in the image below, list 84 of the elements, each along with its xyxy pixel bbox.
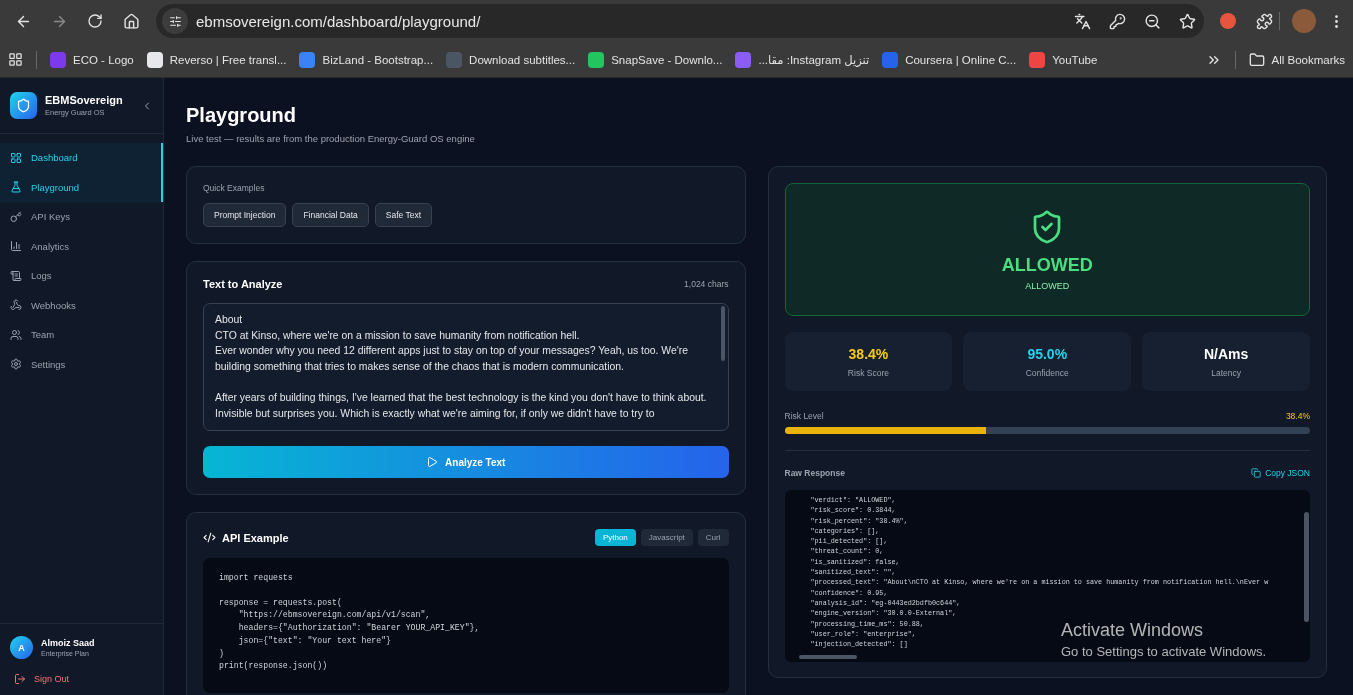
risk-reading: 38.4% [1285, 411, 1310, 421]
nav-item[interactable]: Webhooks [0, 290, 163, 320]
user-avatar: A [10, 636, 33, 659]
user-name: Almoiz Saad [41, 638, 95, 648]
language-tab[interactable]: Curl [697, 529, 729, 546]
page-title: Playground [186, 104, 297, 127]
settings-icon [10, 358, 22, 371]
scroll-icon [10, 269, 22, 282]
star-icon[interactable] [1179, 12, 1196, 30]
code-line: headers={"Authorization": "Bearer YOUR_API_KEY"}, [237, 622, 481, 635]
brand-name: EBMSovereign [45, 94, 124, 106]
home-icon [122, 12, 140, 30]
zoom-out-icon[interactable] [1144, 12, 1161, 30]
key-icon [10, 210, 22, 223]
reload-icon [87, 13, 103, 29]
example-button[interactable]: Prompt Injection [203, 203, 287, 227]
stat-label: Risk Score [847, 367, 889, 378]
bookmark[interactable]: YouTube [1029, 51, 1098, 68]
folder-icon [1248, 51, 1265, 68]
bookmark[interactable]: Coursera | Online C... [882, 51, 1017, 68]
copy-json-button[interactable]: Copy JSON [1251, 468, 1310, 478]
scrollbar[interactable] [1304, 512, 1309, 622]
apps-icon[interactable] [8, 52, 23, 67]
bookmark[interactable]: تنزيل Instagram: مقا... [735, 51, 870, 68]
sliders-icon [168, 14, 182, 28]
logout-icon [14, 673, 26, 685]
verdict-label: ALLOWED [1025, 280, 1070, 291]
bookmark[interactable]: SnapSave - Downlo... [588, 51, 723, 68]
grid-icon [10, 151, 22, 164]
puzzle-icon[interactable] [1256, 12, 1273, 30]
all-bookmarks-button[interactable]: All Bookmarks [1248, 51, 1345, 68]
code-line: "https://ebmsovereign.com/api/v1/scan", [237, 609, 432, 622]
address-bar[interactable]: ebmsovereign.com/dashboard/playground/ [156, 4, 1204, 38]
nav-item[interactable]: Logs [0, 261, 163, 291]
copy-icon [1251, 468, 1262, 478]
nav-item[interactable]: Settings [0, 349, 163, 379]
language-tab[interactable]: Javascript [640, 529, 693, 546]
nav-item[interactable]: Playground [0, 172, 163, 202]
play-icon [426, 456, 439, 468]
bookmark[interactable]: ECO - Logo [50, 51, 134, 68]
translate-icon[interactable] [1074, 12, 1091, 30]
key-icon[interactable] [1109, 12, 1126, 30]
section-label: Quick Examples [203, 183, 266, 193]
scrollbar[interactable] [798, 655, 857, 659]
site-settings-button[interactable] [162, 8, 188, 34]
card-title: Text to Analyze [203, 278, 283, 290]
char-count: 1,024 chars [684, 279, 729, 289]
risk-label: Risk Level [784, 411, 824, 421]
stat-value: N/Ams [1203, 345, 1249, 362]
stat-value: 38.4% [848, 345, 889, 362]
code-line: json={"text": "Your text here"} [237, 634, 392, 647]
stat-label: Confidence [1025, 367, 1069, 378]
card-title: API Example [222, 531, 289, 544]
shield-logo-icon [10, 92, 37, 119]
example-button[interactable]: Financial Data [292, 203, 369, 227]
bookmark[interactable]: Download subtitles... [446, 51, 576, 68]
nav-item[interactable]: Dashboard [0, 143, 163, 173]
code-icon [203, 531, 216, 544]
url-text: ebmsovereign.com/dashboard/playground/ [196, 12, 482, 30]
nav-item[interactable]: Analytics [0, 231, 163, 261]
example-button[interactable]: Safe Text [374, 203, 433, 227]
raw-response-title: Raw Response [784, 468, 845, 478]
activation-title: Activate Windows [1061, 620, 1205, 641]
code-line: response = requests.post( [219, 596, 343, 609]
users-icon [10, 328, 22, 341]
verdict-text: ALLOWED [1001, 254, 1093, 276]
extension-icon[interactable] [1220, 13, 1236, 29]
text-input-field[interactable]: About CTO at Kinso, where we're on a mission to save humanity from notification hell. Ever wonder why you need 12 different apps just to stay on top of your messages? Yeah, us too. We're building something that tries to makes sense of the chaos that is modern communication. After years of building things, I've learned that the best technology is the kind you don't have to think about. Invisible but surprises you. Which is exactly what we're aiming for, if only we didn't have to try to [203, 303, 729, 431]
bookmark[interactable]: BizLand - Bootstrap... [299, 51, 434, 68]
webhook-icon [10, 299, 22, 312]
code-line: import requests [219, 572, 294, 584]
page-subtitle: Live test — results are from the production Energy-Guard OS engine [186, 133, 476, 144]
bar-chart-icon [10, 240, 22, 253]
code-line: print(response.json()) [219, 660, 329, 673]
code-line: ) [219, 647, 225, 660]
bookmark[interactable]: Reverso | Free transl... [146, 51, 287, 68]
activation-subtitle: Go to Settings to activate Windows. [1061, 644, 1267, 659]
nav-item[interactable]: Team [0, 320, 163, 350]
sign-out-link[interactable]: Sign Out [10, 673, 153, 685]
stat-value: 95.0% [1027, 345, 1068, 362]
nav-item[interactable]: API Keys [0, 202, 163, 232]
stat-label: Latency [1211, 367, 1241, 378]
analyze-button[interactable]: Analyze Text [203, 446, 729, 478]
flask-icon [10, 181, 22, 194]
